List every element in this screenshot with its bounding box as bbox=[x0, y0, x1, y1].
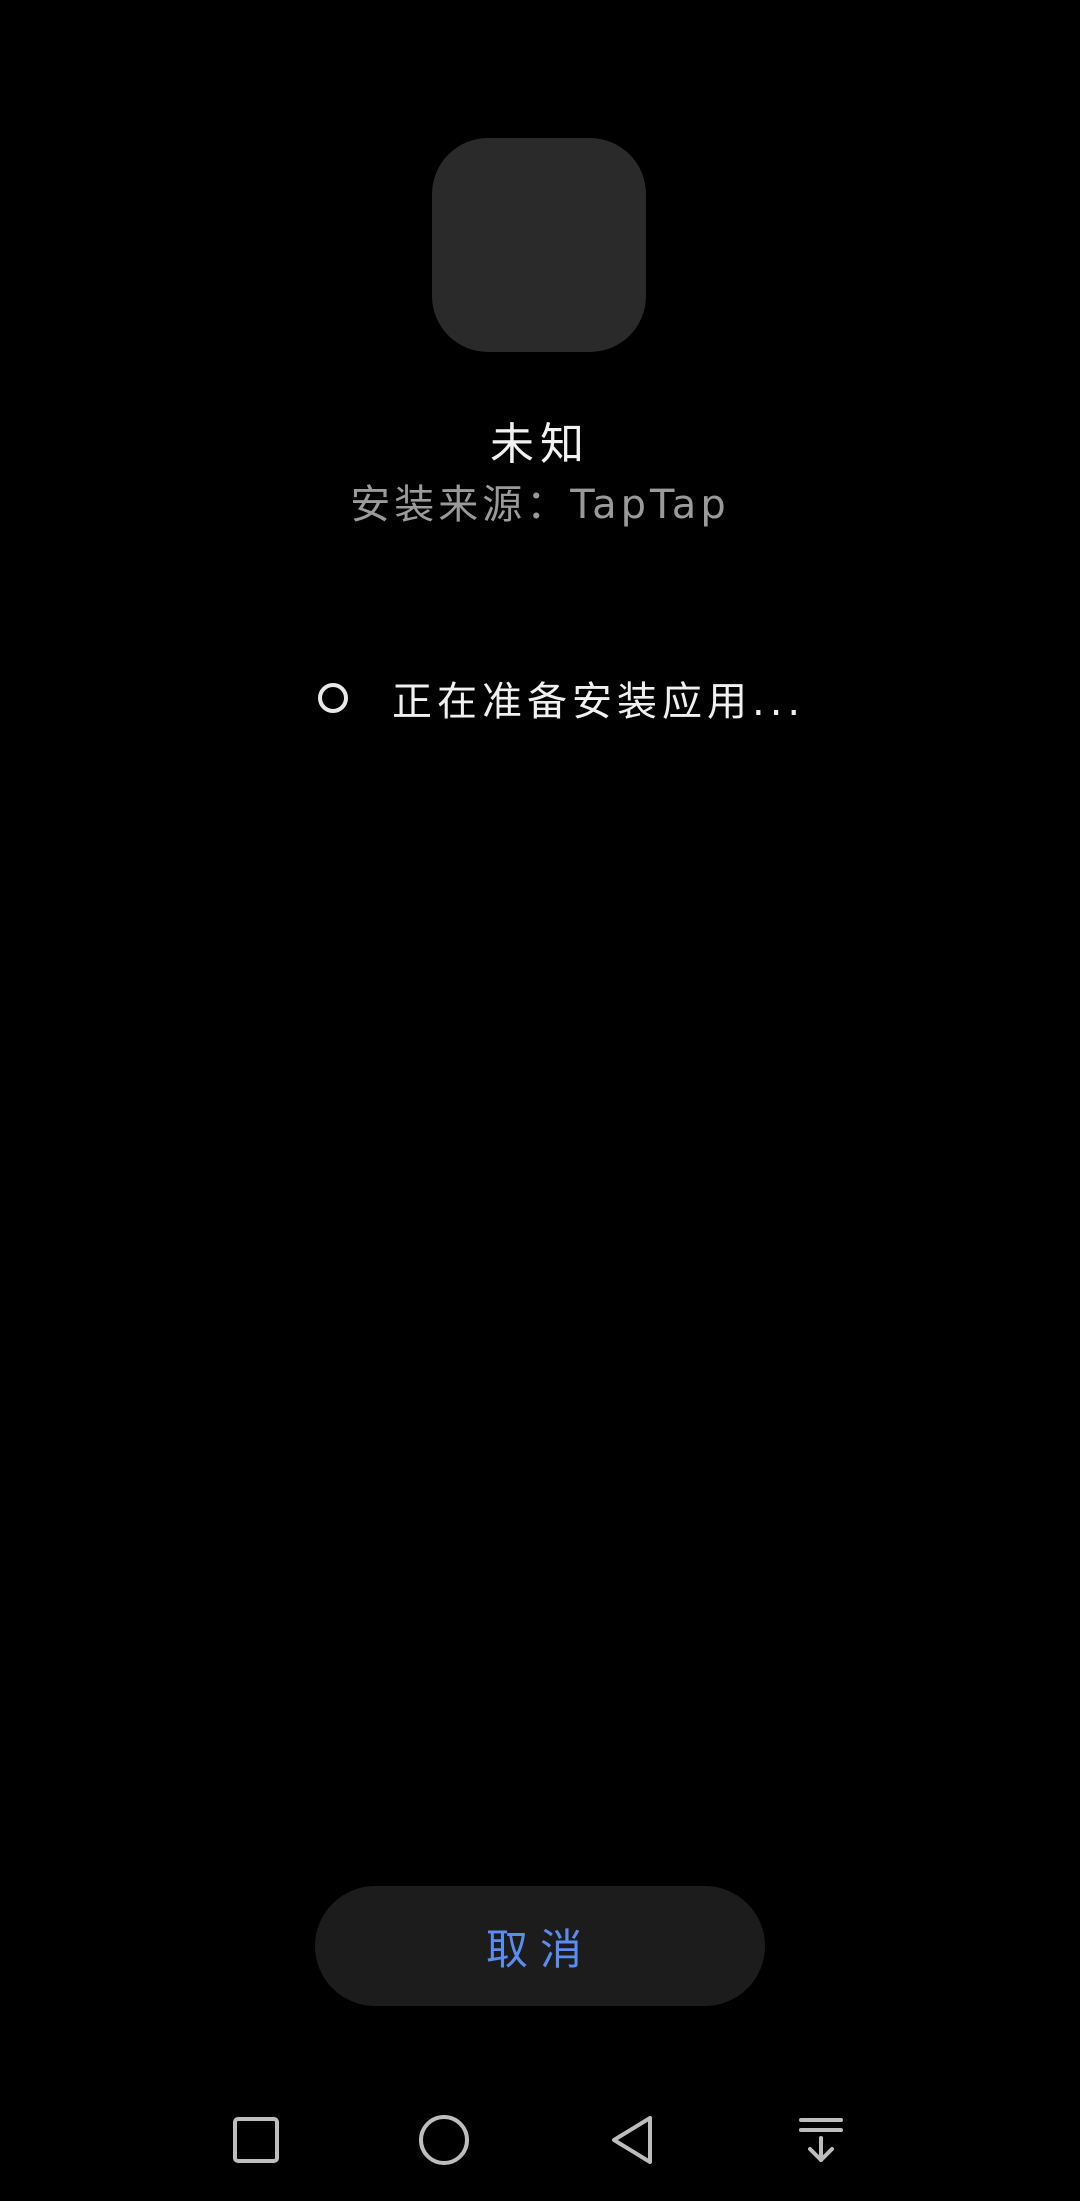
system-navigation-bar bbox=[0, 2100, 1080, 2180]
home-button[interactable] bbox=[404, 2100, 484, 2180]
back-button[interactable] bbox=[592, 2100, 672, 2180]
install-source-label: 安装来源：TapTap bbox=[350, 482, 730, 528]
install-status-text: 正在准备安装应用... bbox=[392, 679, 806, 725]
back-icon bbox=[612, 2116, 652, 2164]
notification-pull-button[interactable] bbox=[781, 2100, 861, 2180]
loading-spinner-icon bbox=[318, 683, 348, 713]
install-progress: 正在准备安装应用... bbox=[318, 672, 806, 725]
app-name: 未知 bbox=[490, 419, 590, 470]
cancel-button[interactable]: 取消 bbox=[315, 1886, 765, 2006]
app-icon-placeholder bbox=[432, 138, 646, 352]
recents-button[interactable] bbox=[216, 2100, 296, 2180]
notification-pull-icon bbox=[799, 2118, 843, 2162]
recents-icon bbox=[233, 2117, 279, 2163]
home-icon bbox=[419, 2115, 469, 2165]
